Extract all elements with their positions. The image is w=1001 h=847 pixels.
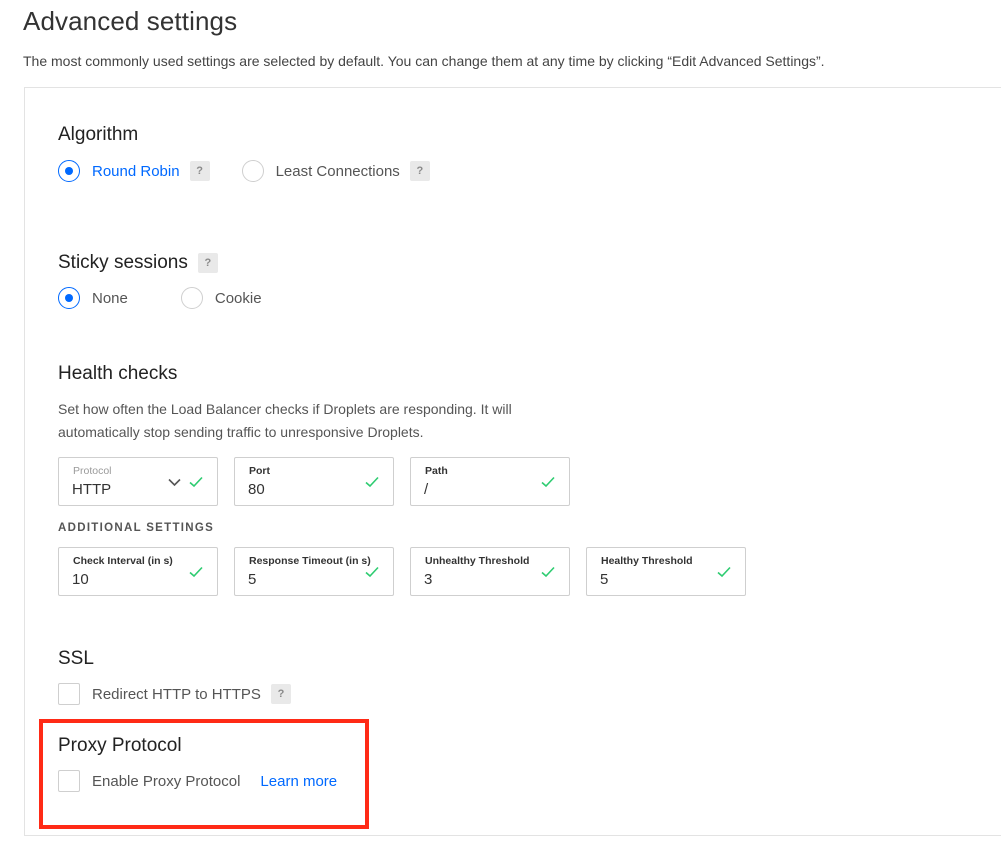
redirect-https-checkbox[interactable]	[58, 683, 80, 705]
check-icon	[365, 566, 379, 578]
radio-cookie-label[interactable]: Cookie	[215, 290, 262, 307]
healthy-threshold-value: 5	[600, 571, 609, 588]
protocol-select[interactable]: Protocol HTTP	[58, 457, 218, 506]
additional-settings-label: ADDITIONAL SETTINGS	[58, 522, 215, 534]
radio-none-label[interactable]: None	[92, 290, 128, 307]
protocol-value: HTTP	[72, 481, 112, 498]
sticky-sessions-title: Sticky sessions ?	[58, 252, 218, 274]
check-icon	[541, 566, 555, 578]
check-interval-label: Check Interval (in s)	[73, 555, 173, 567]
unhealthy-threshold-value: 3	[424, 571, 433, 588]
check-icon	[717, 566, 731, 578]
redirect-https-help-icon[interactable]: ?	[270, 684, 291, 704]
learn-more-link[interactable]: Learn more	[260, 773, 337, 790]
response-timeout-field[interactable]: Response Timeout (in s) 5	[234, 547, 394, 596]
response-timeout-value: 5	[248, 571, 257, 588]
proxy-protocol-title-text: Proxy Protocol	[58, 735, 182, 756]
radio-least-connections[interactable]: Least Connections	[241, 160, 400, 182]
check-interval-value: 10	[72, 571, 89, 588]
radio-round-robin-circle[interactable]	[58, 160, 80, 182]
check-icon	[189, 566, 203, 578]
check-icon	[365, 476, 379, 488]
port-field[interactable]: Port 80	[234, 457, 394, 506]
ssl-options: Redirect HTTP to HTTPS ?	[58, 683, 291, 705]
algorithm-title: Algorithm	[58, 124, 138, 146]
response-timeout-label: Response Timeout (in s)	[249, 555, 371, 567]
radio-cookie-circle[interactable]	[180, 287, 203, 309]
sticky-sessions-options: None Cookie	[58, 287, 262, 309]
check-interval-field[interactable]: Check Interval (in s) 10	[58, 547, 218, 596]
protocol-label: Protocol	[73, 465, 112, 477]
least-connections-help-icon[interactable]: ?	[409, 161, 430, 181]
radio-round-robin-label[interactable]: Round Robin	[92, 163, 180, 180]
round-robin-help-icon[interactable]: ?	[189, 161, 210, 181]
health-checks-description-line2: automatically stop sending traffic to un…	[58, 424, 424, 440]
health-checks-title: Health checks	[58, 363, 177, 385]
health-checks-title-text: Health checks	[58, 363, 178, 384]
algorithm-title-text: Algorithm	[58, 124, 139, 145]
enable-proxy-protocol-checkbox[interactable]	[58, 770, 80, 792]
page-subtitle: The most commonly used settings are sele…	[23, 53, 825, 69]
healthy-threshold-field[interactable]: Healthy Threshold 5	[586, 547, 746, 596]
health-checks-description-line1: Set how often the Load Balancer checks i…	[58, 401, 512, 417]
unhealthy-threshold-label: Unhealthy Threshold	[425, 555, 530, 567]
ssl-title-text: SSL	[58, 648, 94, 669]
radio-none-circle[interactable]	[58, 287, 80, 309]
port-value: 80	[248, 481, 265, 498]
enable-proxy-protocol-label[interactable]: Enable Proxy Protocol	[92, 773, 240, 790]
radio-round-robin[interactable]: Round Robin	[58, 160, 180, 182]
algorithm-options: Round Robin ? Least Connections ?	[58, 160, 430, 182]
radio-least-connections-label[interactable]: Least Connections	[276, 163, 400, 180]
port-label: Port	[249, 465, 270, 477]
ssl-title: SSL	[58, 648, 94, 670]
check-icon	[541, 476, 555, 488]
radio-none[interactable]: None	[58, 287, 128, 309]
radio-cookie[interactable]: Cookie	[180, 287, 262, 309]
path-label: Path	[425, 465, 448, 477]
path-field[interactable]: Path /	[410, 457, 570, 506]
redirect-https-label[interactable]: Redirect HTTP to HTTPS	[92, 686, 261, 703]
health-checks-description: Set how often the Load Balancer checks i…	[58, 398, 512, 444]
unhealthy-threshold-field[interactable]: Unhealthy Threshold 3	[410, 547, 570, 596]
sticky-sessions-title-text: Sticky sessions	[58, 252, 188, 273]
chevron-down-icon[interactable]	[168, 478, 181, 487]
healthy-threshold-label: Healthy Threshold	[601, 555, 693, 567]
check-icon	[189, 476, 203, 488]
path-value: /	[424, 481, 429, 498]
proxy-protocol-options: Enable Proxy Protocol Learn more	[58, 770, 337, 792]
sticky-sessions-help-icon[interactable]: ?	[197, 253, 218, 273]
proxy-protocol-title: Proxy Protocol	[58, 735, 182, 757]
page-title: Advanced settings	[23, 6, 238, 36]
radio-least-connections-circle[interactable]	[241, 160, 264, 182]
